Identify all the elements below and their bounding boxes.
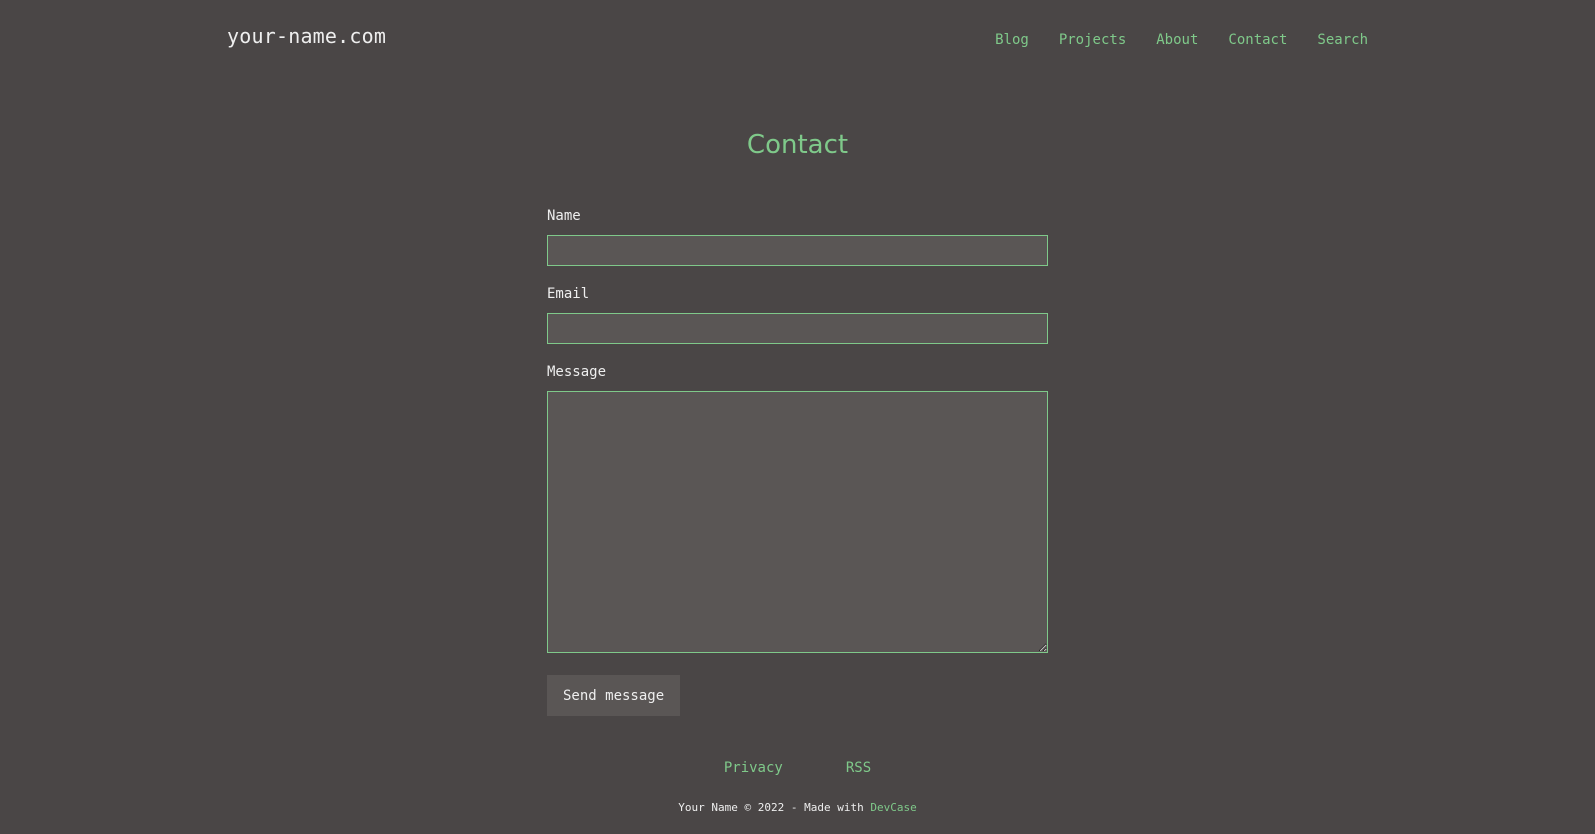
email-label: Email <box>547 286 590 302</box>
nav-item-contact[interactable]: Contact <box>1228 32 1287 48</box>
copyright-text: Your Name © 2022 - Made with <box>678 801 871 814</box>
contact-form: Name Email Message Send message <box>547 208 1048 716</box>
nav-item-blog[interactable]: Blog <box>995 32 1029 48</box>
footer-links: Privacy RSS <box>0 760 1595 776</box>
site-title-link[interactable]: your-name.com <box>227 24 386 48</box>
message-label: Message <box>547 364 607 380</box>
email-field[interactable] <box>547 313 1048 344</box>
nav-item-projects[interactable]: Projects <box>1059 32 1126 48</box>
copyright-notice: Your Name © 2022 - Made with DevCase <box>0 801 1595 814</box>
main-nav: Blog Projects About Contact Search <box>995 32 1368 48</box>
nav-item-search[interactable]: Search <box>1317 32 1368 48</box>
footer-link-rss[interactable]: RSS <box>846 760 871 776</box>
page-title: Contact <box>746 130 849 160</box>
send-message-button[interactable]: Send message <box>547 675 681 716</box>
nav-item-about[interactable]: About <box>1156 32 1198 48</box>
devcase-link[interactable]: DevCase <box>870 801 916 814</box>
message-field[interactable] <box>547 391 1048 653</box>
footer-link-privacy[interactable]: Privacy <box>724 760 783 776</box>
site-header: your-name.com Blog Projects About Contac… <box>0 0 1595 80</box>
name-label: Name <box>547 208 581 224</box>
name-field[interactable] <box>547 235 1048 266</box>
